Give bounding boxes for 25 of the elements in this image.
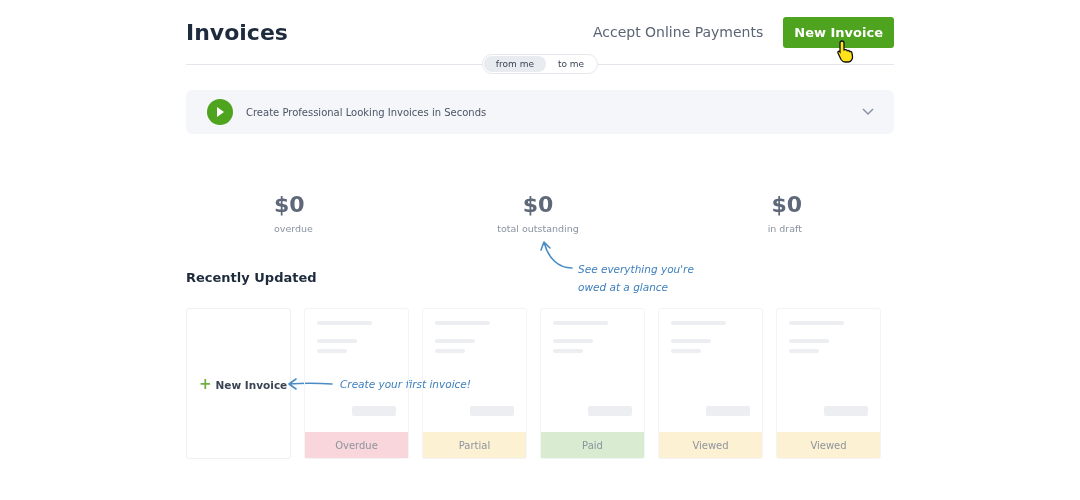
page-title: Invoices: [186, 19, 288, 45]
stat-label: overdue: [274, 223, 313, 234]
stat-amount: $0: [522, 192, 554, 217]
new-invoice-card-button[interactable]: + New Invoice: [199, 374, 288, 393]
hand-cursor-icon: [836, 38, 856, 63]
annotation-text: owed at a glance: [578, 280, 670, 295]
status-label: Viewed: [777, 432, 880, 458]
section-title: Recently Updated: [186, 270, 317, 285]
video-banner[interactable]: Create Professional Looking Invoices in Seconds: [186, 90, 894, 134]
chevron-icon[interactable]: [862, 108, 874, 116]
status-label: Viewed: [659, 432, 762, 458]
stat-amount: $0: [274, 192, 305, 217]
status-label: Partial: [423, 432, 526, 458]
annotation-text: Create your first invoice!: [340, 377, 471, 392]
toggle-tab[interactable]: from me: [483, 56, 546, 72]
left-arrow: [287, 377, 333, 391]
stat-label: total outstanding: [497, 223, 579, 234]
annotation-text: See everything you're: [578, 262, 694, 277]
stat-label: in draft: [767, 223, 802, 234]
banner-text: Create Professional Looking Invoices in Seconds: [246, 106, 488, 118]
play-icon[interactable]: [206, 98, 234, 126]
status-label: Paid: [541, 432, 644, 458]
accept-payments-link[interactable]: Accept Online Payments: [592, 24, 764, 40]
status-label: Overdue: [305, 432, 408, 458]
stat-amount: $0: [771, 192, 802, 217]
